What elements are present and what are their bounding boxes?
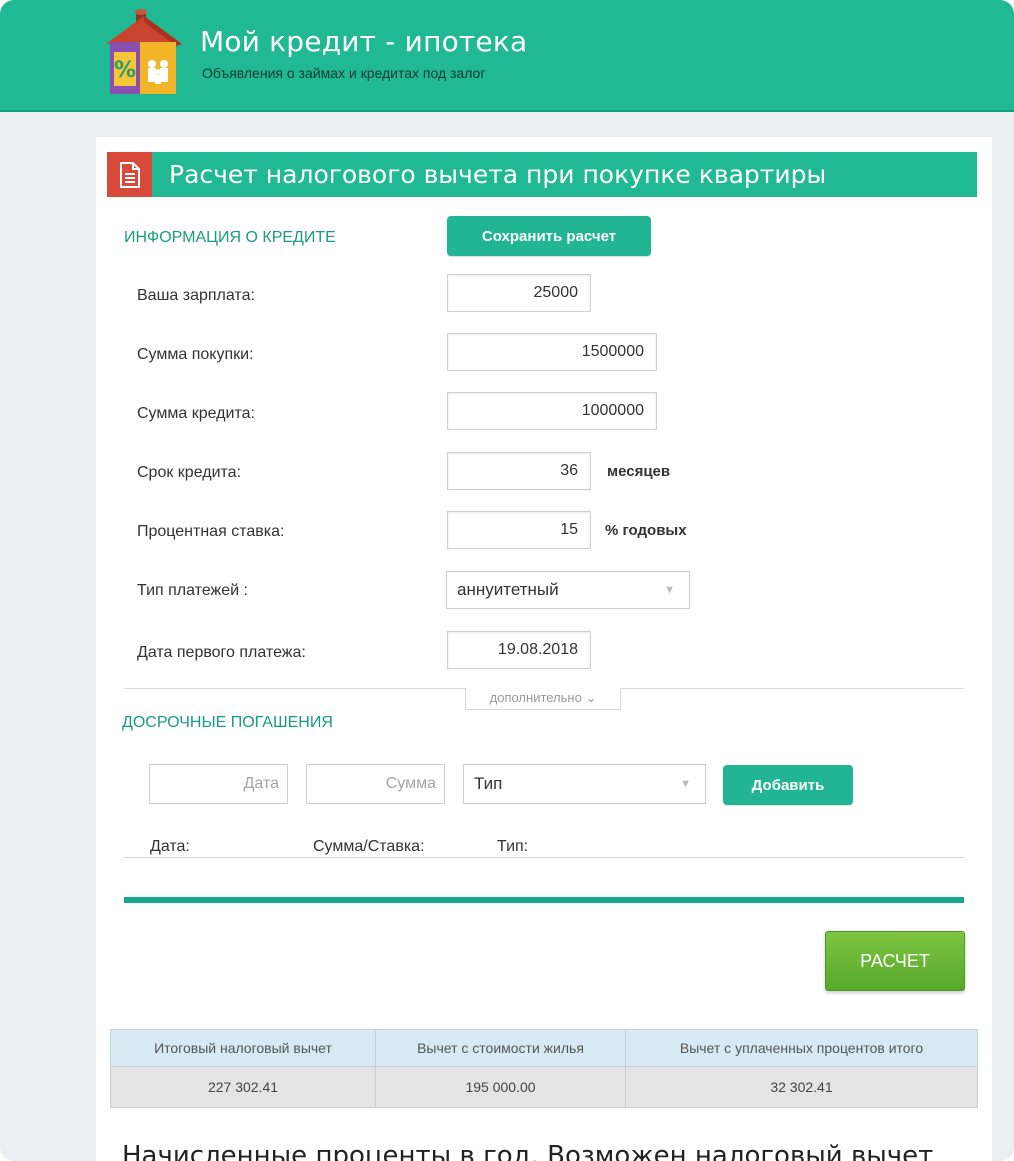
table-header-cell: Вычет с уплаченных процентов итого xyxy=(625,1029,978,1067)
interest-rate-label: Процентная ставка: xyxy=(137,523,285,540)
purchase-amount-input[interactable]: 1500000 xyxy=(447,333,657,371)
separator-bar xyxy=(124,897,964,903)
prepayment-amount-input[interactable]: Сумма xyxy=(306,764,445,804)
column-date: Дата: xyxy=(150,838,190,855)
site-title[interactable]: Мой кредит - ипотека xyxy=(200,25,527,58)
payment-type-select[interactable]: аннуитетный ▼ xyxy=(446,571,690,609)
calculate-button[interactable]: РАСЧЕТ xyxy=(825,931,965,991)
accrued-interest-heading: Начисленные проценты в год. Возможен нал… xyxy=(122,1141,934,1161)
payment-type-value: аннуитетный xyxy=(457,580,559,599)
table-cell: 195 000.00 xyxy=(375,1066,626,1108)
divider xyxy=(124,857,964,858)
first-payment-date-label: Дата первого платежа: xyxy=(137,644,306,661)
column-amount-rate: Сумма/Ставка: xyxy=(313,838,425,855)
prepayment-type-value: Тип xyxy=(474,774,503,793)
loan-amount-label: Сумма кредита: xyxy=(137,405,255,422)
first-payment-date-input[interactable]: 19.08.2018 xyxy=(447,631,591,669)
chevron-down-icon: ⌄ xyxy=(585,690,597,705)
prepayments-heading: ДОСРОЧНЫЕ ПОГАШЕНИЯ xyxy=(122,714,333,731)
loan-term-label: Срок кредита: xyxy=(137,464,242,481)
table-header-cell: Вычет с стоимости жилья xyxy=(375,1029,626,1067)
save-calculation-button[interactable]: Сохранить расчет xyxy=(447,216,651,256)
credit-info-heading: ИНФОРМАЦИЯ О КРЕДИТЕ xyxy=(124,229,336,246)
column-type: Тип: xyxy=(497,838,529,855)
interest-rate-input[interactable]: 15 xyxy=(447,511,591,549)
loan-amount-input[interactable]: 1000000 xyxy=(447,392,657,430)
purchase-amount-label: Сумма покупки: xyxy=(137,346,254,363)
page: % Мой кредит - ипотека Объявления о займ… xyxy=(0,0,1014,1161)
add-prepayment-button[interactable]: Добавить xyxy=(723,765,853,805)
table-row: 227 302.41 195 000.00 32 302.41 xyxy=(110,1066,978,1108)
rate-unit: % годовых xyxy=(605,522,687,539)
more-options-toggle[interactable]: дополнительно ⌄ xyxy=(465,688,621,710)
prepayment-type-select[interactable]: Тип ▼ xyxy=(463,764,706,804)
section-title: Расчет налогового вычета при покупке ква… xyxy=(169,160,827,189)
payment-type-label: Тип платежей : xyxy=(137,582,248,599)
table-header-cell: Итоговый налоговый вычет xyxy=(110,1029,376,1067)
site-subtitle: Объявления о займах и кредитах под залог xyxy=(202,65,486,81)
svg-text:%: % xyxy=(114,58,136,83)
table-header-row: Итоговый налоговый вычет Вычет с стоимос… xyxy=(110,1029,978,1067)
chevron-down-icon: ▼ xyxy=(680,778,691,790)
results-table: Итоговый налоговый вычет Вычет с стоимос… xyxy=(110,1029,978,1108)
document-icon xyxy=(107,152,152,197)
house-logo-icon[interactable]: % xyxy=(100,6,188,102)
more-options-label: дополнительно xyxy=(489,690,582,705)
salary-input[interactable]: 25000 xyxy=(447,274,591,312)
salary-label: Ваша зарплата: xyxy=(137,287,255,304)
loan-term-input[interactable]: 36 xyxy=(447,452,591,490)
table-cell: 227 302.41 xyxy=(110,1066,376,1108)
table-cell: 32 302.41 xyxy=(625,1066,978,1108)
section-header: Расчет налогового вычета при покупке ква… xyxy=(107,152,977,197)
prepayment-date-input[interactable]: Дата xyxy=(149,764,288,804)
site-header: % Мой кредит - ипотека Объявления о займ… xyxy=(0,0,1014,112)
term-unit: месяцев xyxy=(607,463,671,480)
chevron-down-icon: ▼ xyxy=(664,584,675,596)
